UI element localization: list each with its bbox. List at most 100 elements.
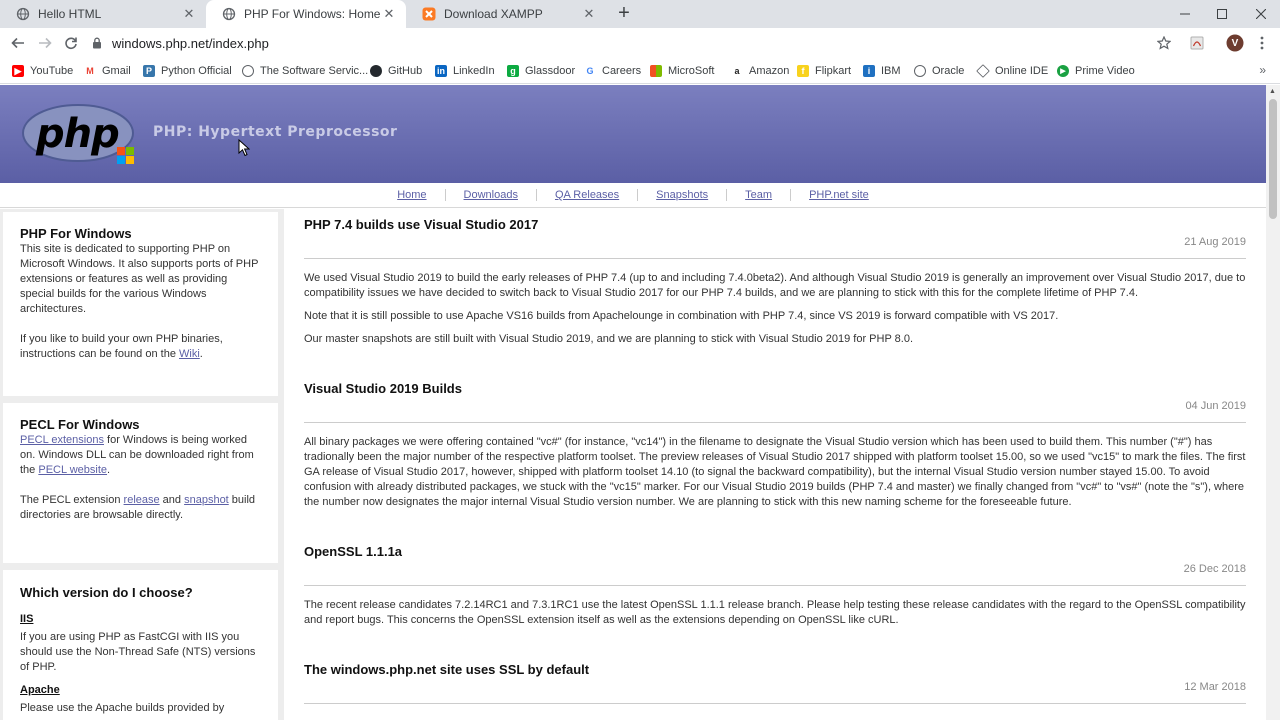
bookmark-github[interactable]: GitHub	[370, 63, 422, 79]
tab-php-for-windows[interactable]: PHP For Windows: Home ✕	[206, 0, 406, 28]
github-icon	[370, 65, 382, 77]
nav-home[interactable]: Home	[379, 189, 446, 201]
close-icon[interactable]: ✕	[382, 6, 396, 22]
microsoft-icon	[650, 65, 662, 77]
more-bookmarks-icon[interactable]: »	[1259, 63, 1266, 77]
post-title[interactable]: PHP 7.4 builds use Visual Studio 2017	[304, 217, 1246, 232]
reload-icon[interactable]	[61, 33, 81, 53]
bookmark-gmail[interactable]: M Gmail	[84, 63, 131, 79]
post-title[interactable]: The windows.php.net site uses SSL by def…	[304, 662, 1246, 677]
sidebar-text: If you like to build your own PHP binari…	[20, 332, 261, 362]
profile-initial: V	[1231, 37, 1239, 49]
more-menu-icon[interactable]	[1252, 33, 1272, 53]
tab-title: Hello HTML	[38, 7, 102, 21]
gmail-icon: M	[86, 66, 94, 76]
bookmark-label: Online IDE	[995, 65, 1049, 77]
post-paragraph: Our master snapshots are still built wit…	[304, 333, 914, 345]
sidebar-box-pecl: PECL For Windows PECL extensions for Win…	[3, 403, 278, 563]
bookmark-amazon[interactable]: a Amazon	[731, 63, 789, 79]
pecl-website-link[interactable]: PECL website	[38, 464, 107, 476]
diamond-icon	[976, 64, 990, 78]
news-post: The windows.php.net site uses SSL by def…	[304, 662, 1246, 704]
sidebar-text: PECL extensions for Windows is being wor…	[20, 433, 261, 478]
bookmark-the-software-servic[interactable]: The Software Servic...	[242, 63, 368, 79]
sidebar-heading: PECL For Windows	[20, 417, 140, 432]
site-tagline: PHP: Hypertext Preprocessor	[153, 124, 398, 140]
globe-icon	[222, 7, 236, 21]
amazon-icon: a	[734, 66, 740, 76]
google-icon: G	[586, 66, 594, 76]
pdf-extension-icon[interactable]	[1187, 33, 1207, 53]
text: and	[159, 494, 185, 506]
globe-icon	[242, 65, 254, 77]
bookmark-youtube[interactable]: ▶ YouTube	[12, 63, 73, 79]
news-column: PHP 7.4 builds use Visual Studio 2017 21…	[284, 209, 1266, 720]
logo-text: php	[36, 111, 120, 157]
bookmark-ibm[interactable]: i IBM	[863, 63, 901, 79]
python-icon: P	[143, 65, 155, 77]
text: The PECL extension	[20, 494, 124, 506]
bookmark-linkedin[interactable]: in LinkedIn	[435, 63, 495, 79]
post-paragraph: The recent release candidates 7.2.14RC1 …	[304, 599, 1246, 626]
release-link[interactable]: release	[124, 494, 160, 506]
post-paragraph: All binary packages we were offering con…	[304, 436, 1246, 508]
bookmarks-bar: » ▶ YouTube M Gmail P Python Official The Soft…	[0, 58, 1280, 84]
page-scrollbar[interactable]: ▲	[1266, 85, 1280, 720]
bookmark-oracle[interactable]: Oracle	[914, 63, 964, 79]
snapshot-link[interactable]: snapshot	[184, 494, 229, 506]
xampp-icon	[422, 7, 436, 21]
bookmark-label: GitHub	[388, 65, 423, 77]
tab-hello-html[interactable]: Hello HTML ✕	[0, 0, 206, 28]
nav-team[interactable]: Team	[727, 189, 792, 201]
nav-snapshots[interactable]: Snapshots	[638, 189, 728, 201]
apache-heading: Apache	[20, 684, 60, 696]
bookmark-prime-video[interactable]: ▶ Prime Video	[1057, 63, 1135, 79]
bookmark-glassdoor[interactable]: g Glassdoor	[507, 63, 575, 79]
wiki-link[interactable]: Wiki	[179, 348, 200, 360]
globe-icon	[914, 65, 926, 77]
close-window-icon[interactable]	[1242, 0, 1280, 28]
maximize-icon[interactable]	[1203, 0, 1241, 28]
php-logo[interactable]: php	[22, 103, 138, 165]
new-tab-button[interactable]: +	[613, 2, 635, 24]
star-icon[interactable]	[1154, 33, 1174, 53]
bookmark-label: IBM	[881, 65, 901, 77]
nav-php-net[interactable]: PHP.net site	[791, 189, 887, 201]
bookmark-online-ide[interactable]: Online IDE	[976, 63, 1049, 79]
site-header: php PHP: Hypertext Preprocessor	[0, 85, 1266, 183]
pecl-extensions-link[interactable]: PECL extensions	[20, 434, 104, 446]
mouse-cursor-icon	[238, 138, 251, 162]
bookmark-python-official[interactable]: P Python Official	[143, 63, 232, 79]
nav-downloads[interactable]: Downloads	[446, 189, 537, 201]
address-bar[interactable]: windows.php.net/index.php	[92, 31, 1185, 55]
post-title[interactable]: Visual Studio 2019 Builds	[304, 381, 1246, 396]
globe-icon	[16, 7, 30, 21]
minimize-icon[interactable]	[1166, 0, 1204, 28]
scroll-up-icon[interactable]: ▲	[1269, 88, 1276, 95]
scrollbar-thumb[interactable]	[1269, 99, 1277, 219]
bookmark-flipkart[interactable]: f Flipkart	[797, 63, 851, 79]
tab-download-xampp[interactable]: Download XAMPP ✕	[406, 0, 606, 28]
ibm-icon: i	[863, 65, 875, 77]
news-post: PHP 7.4 builds use Visual Studio 2017 21…	[304, 217, 1246, 347]
post-paragraph: Note that it is still possible to use Ap…	[304, 310, 1059, 322]
bookmark-careers[interactable]: G Careers	[584, 63, 641, 79]
close-icon[interactable]: ✕	[182, 6, 196, 22]
site-nav: Home Downloads QA Releases Snapshots Tea…	[0, 183, 1266, 208]
bookmark-microsoft[interactable]: MicroSoft	[650, 63, 714, 79]
bookmark-label: YouTube	[30, 65, 74, 77]
post-paragraph: We used Visual Studio 2019 to build the …	[304, 272, 1246, 299]
url-text[interactable]: windows.php.net/index.php	[112, 36, 269, 51]
lock-icon[interactable]	[92, 37, 102, 49]
back-icon[interactable]	[8, 33, 28, 53]
bookmark-label: Gmail	[102, 65, 131, 77]
tab-strip: Hello HTML ✕ PHP For Windows: Home ✕ Dow…	[0, 0, 1280, 28]
sidebar-text: This site is dedicated to supporting PHP…	[20, 243, 259, 315]
avatar[interactable]: V	[1225, 33, 1245, 53]
post-title[interactable]: OpenSSL 1.1.1a	[304, 544, 1246, 559]
forward-icon[interactable]	[35, 33, 55, 53]
bookmark-label: Flipkart	[815, 65, 852, 77]
close-icon[interactable]: ✕	[582, 6, 596, 22]
bookmark-label: Oracle	[932, 65, 965, 77]
nav-qa-releases[interactable]: QA Releases	[537, 189, 639, 201]
